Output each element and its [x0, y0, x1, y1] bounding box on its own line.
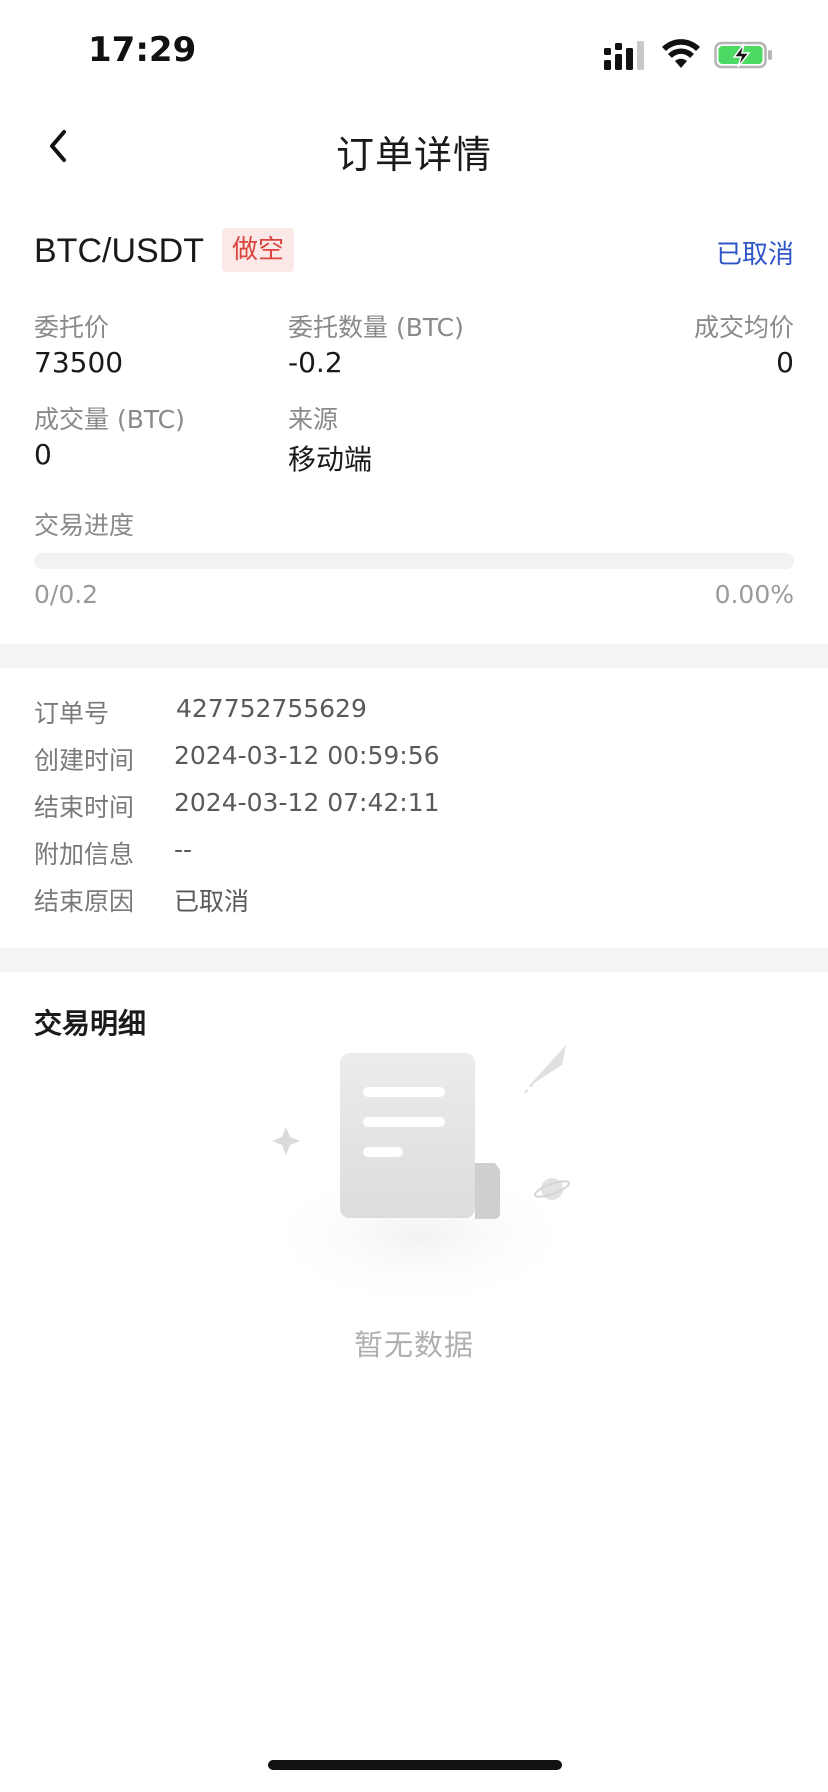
order-header: BTC/USDT 做空 已取消: [34, 228, 794, 276]
empty-document-icon: [260, 1045, 580, 1295]
empty-state-text: 暂无数据: [353, 1328, 474, 1362]
status-time: 17:29: [88, 30, 197, 70]
home-indicator[interactable]: [268, 1760, 562, 1770]
info-label: 附加信息: [34, 840, 135, 869]
order-price-label: 委托价: [34, 313, 110, 342]
info-label: 结束时间: [34, 793, 135, 822]
info-label: 结束原因: [34, 887, 135, 916]
order-status: 已取消: [715, 240, 794, 270]
nav-bar: 订单详情: [0, 100, 828, 192]
info-label: 订单号: [34, 699, 110, 728]
page-title: 订单详情: [335, 133, 492, 177]
wifi-icon: [662, 39, 700, 68]
status-bar: 17:29: [0, 0, 828, 100]
section-divider: [0, 948, 828, 972]
filled-qty-label: 成交量 (BTC): [34, 405, 185, 434]
trade-details-title: 交易明细: [34, 1007, 147, 1040]
ended-time-value: 2024-03-12 07:42:11: [174, 788, 440, 817]
section-divider: [0, 644, 828, 668]
filled-qty-value: 0: [34, 438, 52, 471]
pair-name: BTC/USDT: [34, 232, 204, 270]
order-price-value: 73500: [34, 346, 124, 379]
source-value: 移动端: [288, 443, 373, 476]
order-qty-label: 委托数量 (BTC): [288, 313, 464, 342]
avg-price-label: 成交均价: [693, 313, 794, 342]
progress-bar: [34, 553, 794, 569]
progress-percent: 0.00%: [714, 580, 794, 609]
avg-price-value: 0: [776, 346, 794, 379]
info-label: 创建时间: [34, 746, 135, 775]
side-badge: 做空: [222, 228, 295, 272]
progress-label: 交易进度: [34, 511, 135, 540]
progress-amount: 0/0.2: [34, 580, 99, 609]
extra-info-value: --: [174, 835, 193, 864]
source-label: 来源: [288, 405, 339, 434]
created-time-value: 2024-03-12 00:59:56: [174, 741, 440, 770]
order-qty-value: -0.2: [288, 346, 343, 379]
end-reason-value: 已取消: [174, 887, 250, 916]
battery-charging-icon: [714, 41, 772, 69]
cellular-signal-icon: [604, 41, 644, 70]
order-id-value: 427752755629: [176, 694, 367, 723]
